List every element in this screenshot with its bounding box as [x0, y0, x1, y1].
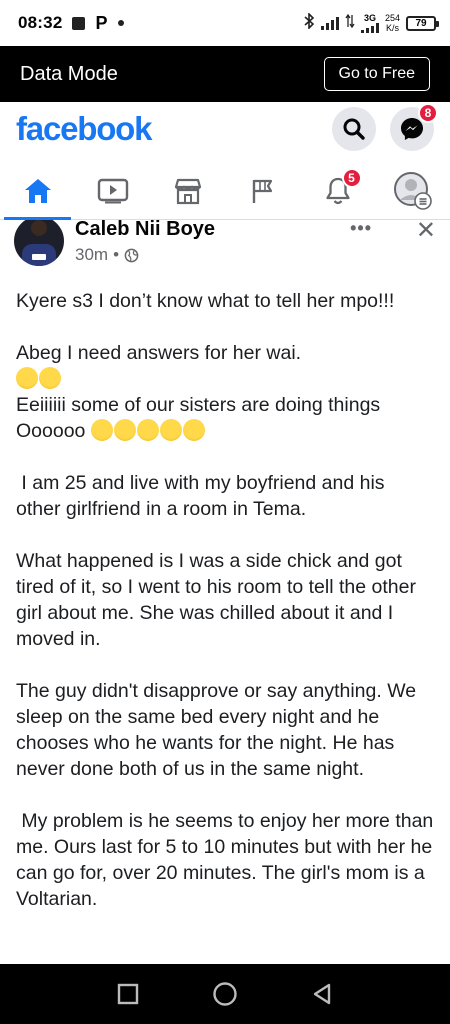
post-paragraph-6: The guy didn't disapprove or say anythin… — [16, 680, 422, 780]
post-more-options-button[interactable]: ••• — [350, 220, 372, 239]
speed-value: 254 — [384, 13, 400, 23]
notification-square-icon — [72, 16, 86, 30]
app-header: facebook 8 — [0, 102, 450, 156]
back-triangle-icon[interactable] — [311, 982, 333, 1006]
search-button[interactable] — [332, 107, 376, 151]
feed-post: Caleb Nii Boye 30m • ••• ✕ Kyere s3 I do… — [0, 220, 450, 964]
rofl-emoji-icon — [39, 367, 61, 389]
battery-level: 79 — [415, 17, 427, 29]
mobile-signal: 3G — [360, 12, 379, 33]
tab-notifications[interactable]: 5 — [300, 162, 375, 219]
profile-menu-icon — [393, 171, 432, 210]
pages-flag-icon — [252, 179, 272, 203]
author-avatar[interactable] — [14, 220, 64, 266]
tab-home[interactable] — [0, 162, 75, 220]
notifications-badge: 5 — [341, 168, 362, 188]
watch-icon — [97, 178, 128, 203]
home-icon — [24, 178, 51, 203]
home-circle-icon[interactable] — [212, 981, 238, 1007]
bluetooth-icon — [303, 11, 315, 34]
data-mode-title: Data Mode — [20, 62, 118, 85]
post-paragraph-2: Abeg I need answers for her wai. — [16, 342, 302, 364]
wifi-signal-icon — [320, 16, 339, 30]
post-paragraph-1: Kyere s3 I don’t know what to tell her m… — [16, 290, 395, 312]
smirk-emoji-icon — [113, 419, 136, 441]
tab-watch[interactable] — [75, 162, 150, 219]
meta-separator: • — [113, 245, 120, 264]
tab-menu-profile[interactable] — [375, 162, 450, 219]
marketplace-icon — [174, 178, 201, 204]
network-speed: 254 K/s — [385, 13, 400, 33]
smirk-emoji-icon — [159, 419, 182, 441]
emoji-row-laughing — [16, 366, 434, 392]
author-name[interactable]: Caleb Nii Boye — [75, 220, 215, 241]
facebook-logo[interactable]: facebook — [16, 110, 152, 148]
status-bar: 08:32 P 3G 254 K/s 79 — [0, 0, 450, 46]
status-time: 08:32 — [18, 13, 63, 32]
post-paragraph-7: My problem is he seems to enjoy her more… — [16, 810, 439, 910]
smirk-emoji-icon — [90, 419, 113, 441]
post-paragraph-5: What happened is I was a side chick and … — [16, 550, 422, 650]
post-paragraph-4: I am 25 and live with my boyfriend and h… — [16, 472, 390, 520]
post-paragraph-3: Eeiiiiii some of our sisters are doing t… — [16, 392, 434, 444]
main-nav-tabs: 5 — [0, 162, 450, 220]
globe-icon — [124, 248, 139, 262]
recent-apps-square-icon[interactable] — [117, 983, 139, 1005]
rofl-emoji-icon — [16, 367, 38, 389]
post-header: Caleb Nii Boye 30m • ••• ✕ — [0, 220, 450, 278]
smirk-emoji-icon — [136, 419, 159, 441]
messenger-button[interactable]: 8 — [390, 103, 438, 151]
hide-post-close-button[interactable]: ✕ — [416, 220, 436, 245]
notification-p-icon: P — [95, 12, 108, 33]
smirk-emoji-icon — [182, 419, 205, 441]
network-type-label: 3G — [363, 12, 376, 23]
tab-pages[interactable] — [225, 162, 300, 219]
post-time[interactable]: 30m — [75, 245, 108, 265]
cell-signal-icon — [360, 22, 379, 33]
tab-marketplace[interactable] — [150, 162, 225, 219]
more-notifications-dot-icon — [117, 20, 124, 26]
messenger-badge: 8 — [418, 103, 438, 123]
battery-icon: 79 — [406, 15, 439, 31]
post-meta: 30m • — [75, 245, 215, 265]
go-to-free-button[interactable]: Go to Free — [323, 57, 430, 91]
search-icon — [343, 118, 365, 140]
speed-unit: K/s — [385, 23, 399, 33]
author-block: Caleb Nii Boye 30m • — [75, 220, 215, 278]
data-arrows-icon — [345, 13, 355, 33]
post-body: Kyere s3 I don’t know what to tell her m… — [0, 278, 450, 912]
system-nav-bar — [0, 964, 450, 1024]
data-mode-bar: Data Mode Go to Free — [0, 46, 450, 102]
